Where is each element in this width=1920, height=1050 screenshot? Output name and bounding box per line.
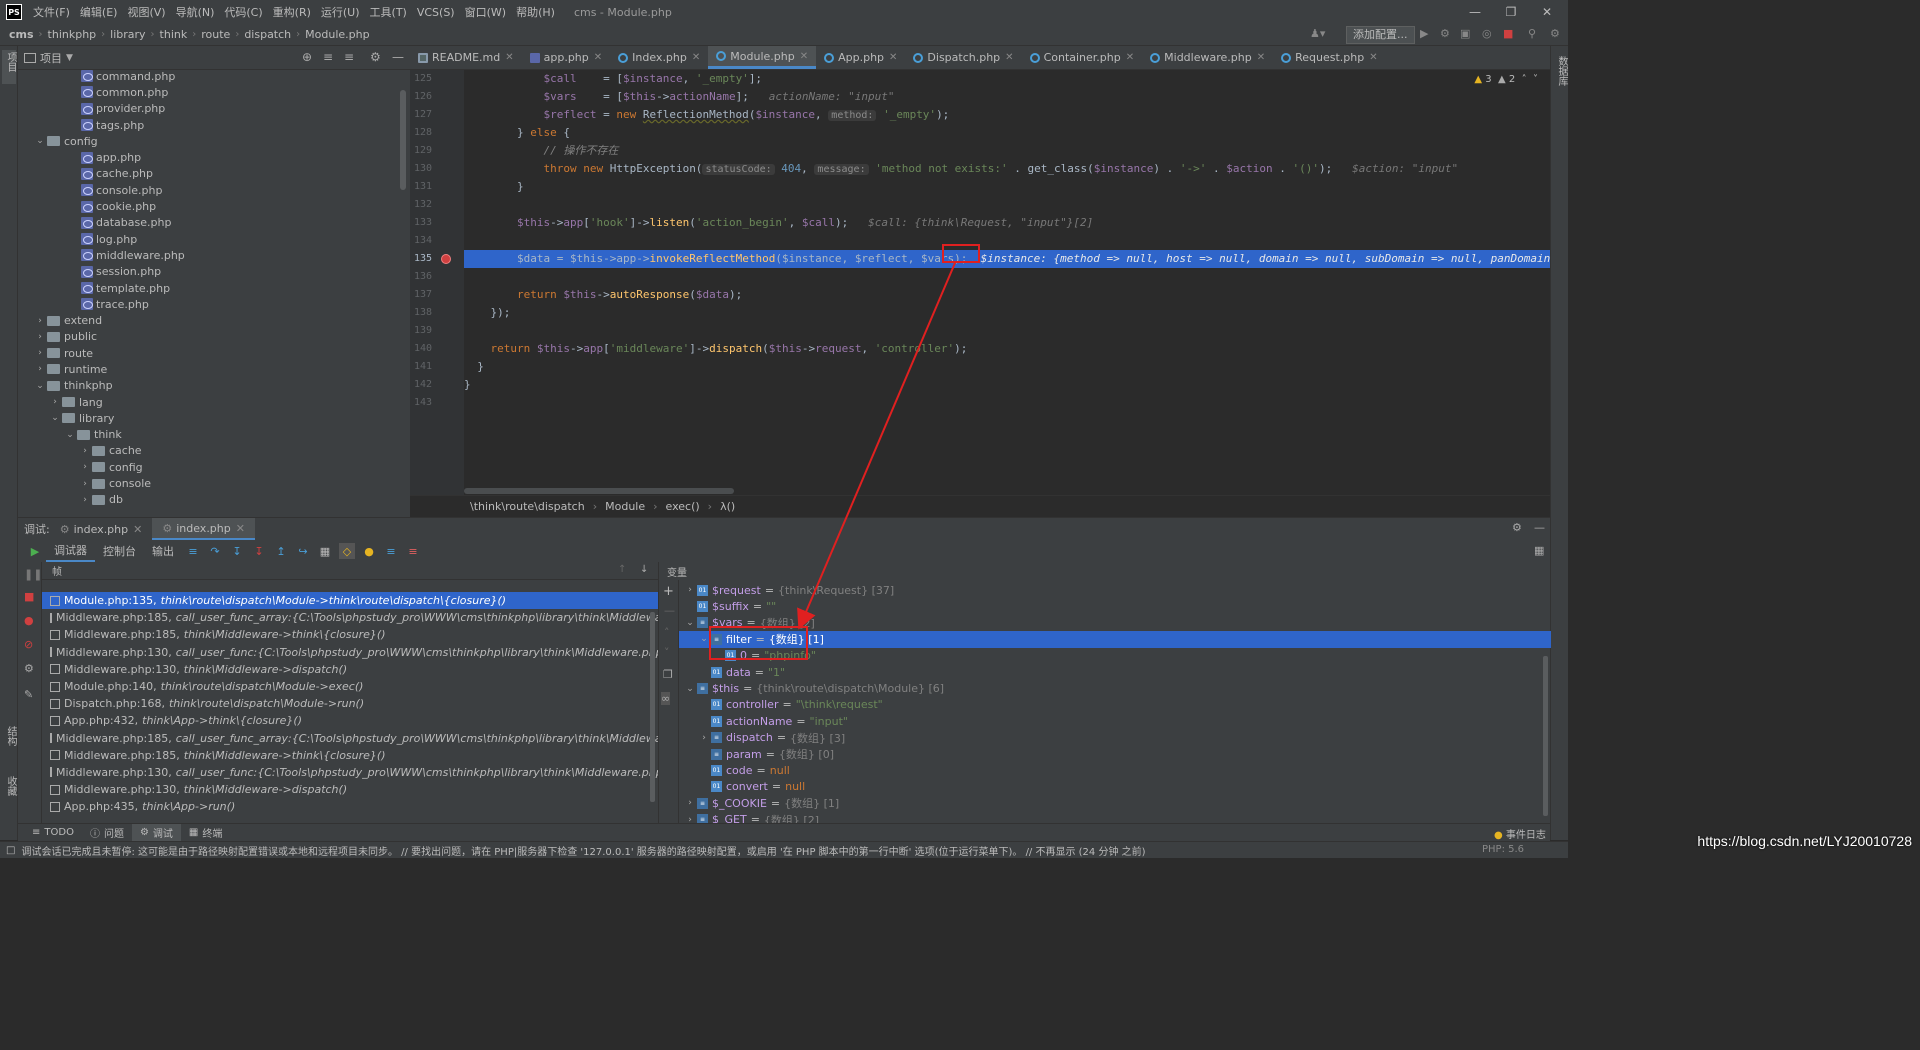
csdn-watermark: https://blog.csdn.net/LYJ20010728 [1697,833,1912,849]
annotation-arrow-line [797,262,956,630]
annotation-arrow [797,262,956,630]
